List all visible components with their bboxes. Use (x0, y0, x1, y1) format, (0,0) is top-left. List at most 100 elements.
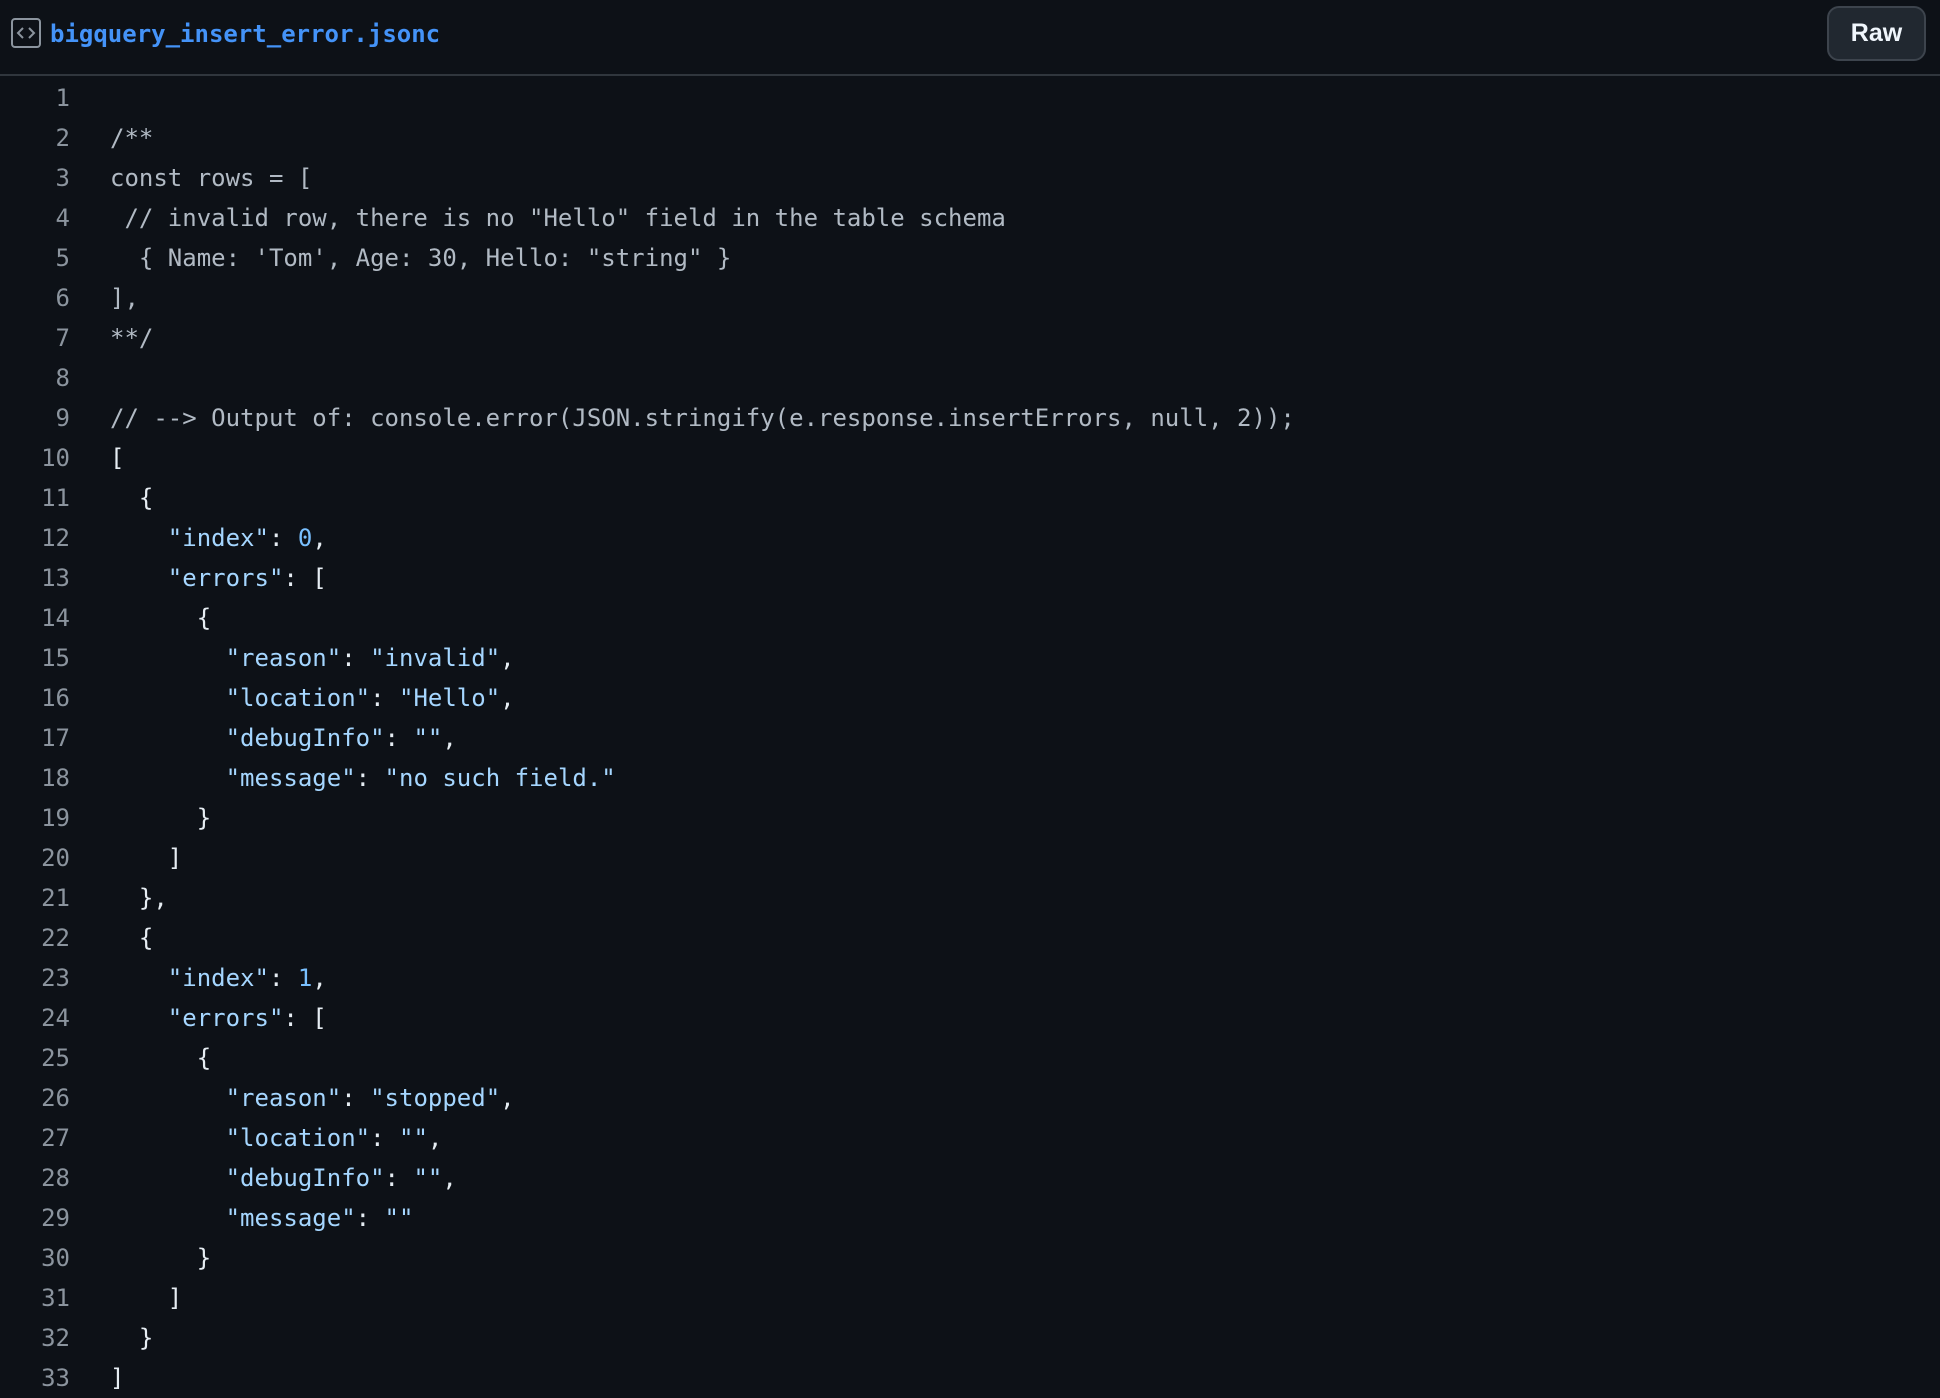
line-number[interactable]: 32 (0, 1324, 70, 1352)
code-token: "" (399, 1124, 428, 1152)
code-token: : (370, 684, 399, 712)
line-number[interactable]: 22 (0, 924, 70, 952)
code-token: 1 (297, 964, 313, 992)
line-content: "reason": "stopped", (110, 1084, 515, 1112)
code-line: 5 { Name: 'Tom', Age: 30, Hello: "string… (0, 238, 1940, 278)
code-token: : (268, 964, 298, 992)
line-content: "debugInfo": "", (110, 724, 457, 752)
code-token: : (355, 764, 385, 792)
code-token: "message" (225, 764, 356, 792)
code-line: 30 } (0, 1238, 1940, 1278)
code-line: 33] (0, 1358, 1940, 1398)
code-line: 32 } (0, 1318, 1940, 1358)
line-number[interactable]: 2 (0, 124, 70, 152)
code-token: }, (110, 884, 168, 912)
code-token: "location" (225, 1124, 371, 1152)
code-line: 21 }, (0, 878, 1940, 918)
code-token: // --> Output of: console.error(JSON.str… (110, 404, 1295, 432)
file-name-link[interactable]: bigquery_insert_error.jsonc (50, 19, 440, 49)
raw-button[interactable]: Raw (1827, 6, 1926, 61)
code-line: 12 "index": 0, (0, 518, 1940, 558)
line-number[interactable]: 23 (0, 964, 70, 992)
code-token: } (110, 804, 212, 832)
code-token: } (110, 1244, 212, 1272)
line-number[interactable]: 13 (0, 564, 70, 592)
code-line: 13 "errors": [ (0, 558, 1940, 598)
code-line: 9 // --> Output of: console.error(JSON.st… (0, 398, 1940, 438)
line-number[interactable]: 16 (0, 684, 70, 712)
code-token: , (442, 1164, 457, 1192)
code-token: , (500, 1084, 515, 1112)
code-token: : (370, 1124, 399, 1152)
line-number[interactable]: 14 (0, 604, 70, 632)
code-token: "no such field." (384, 764, 616, 792)
code-line: 26 "reason": "stopped", (0, 1078, 1940, 1118)
line-number[interactable]: 3 (0, 164, 70, 192)
line-number[interactable]: 1 (0, 84, 70, 112)
code-token: : [ (283, 1004, 327, 1032)
line-number[interactable]: 25 (0, 1044, 70, 1072)
line-number[interactable]: 27 (0, 1124, 70, 1152)
line-number[interactable]: 21 (0, 884, 70, 912)
line-number[interactable]: 29 (0, 1204, 70, 1232)
line-number[interactable]: 6 (0, 284, 70, 312)
line-content: "index": 1, (110, 964, 327, 992)
code-line: 25 { (0, 1038, 1940, 1078)
line-number[interactable]: 20 (0, 844, 70, 872)
line-number[interactable]: 18 (0, 764, 70, 792)
code-line: 28 "debugInfo": "", (0, 1158, 1940, 1198)
line-number[interactable]: 7 (0, 324, 70, 352)
line-content: { (110, 604, 211, 632)
line-content: "errors": [ (110, 564, 327, 592)
line-number[interactable]: 10 (0, 444, 70, 472)
line-number[interactable]: 4 (0, 204, 70, 232)
line-number[interactable]: 12 (0, 524, 70, 552)
code-token: : [ (283, 564, 327, 592)
code-token: , (312, 964, 327, 992)
code-token: const rows = [ (110, 164, 313, 192)
line-content: { (110, 924, 153, 952)
line-content: { (110, 484, 153, 512)
code-token: { (110, 484, 154, 512)
line-number[interactable]: 17 (0, 724, 70, 752)
line-number[interactable]: 24 (0, 1004, 70, 1032)
line-number[interactable]: 28 (0, 1164, 70, 1192)
code-token: { (110, 1044, 212, 1072)
line-number[interactable]: 30 (0, 1244, 70, 1272)
code-token: "errors" (167, 1004, 284, 1032)
line-number[interactable]: 5 (0, 244, 70, 272)
code-token: : (384, 724, 414, 752)
line-number[interactable]: 15 (0, 644, 70, 672)
line-number[interactable]: 19 (0, 804, 70, 832)
line-content: } (110, 1244, 211, 1272)
line-number[interactable]: 31 (0, 1284, 70, 1312)
code-token: "" (384, 1204, 414, 1232)
code-token: "location" (225, 684, 371, 712)
code-token: [ (110, 444, 125, 472)
line-number[interactable]: 8 (0, 364, 70, 392)
line-number[interactable]: 33 (0, 1364, 70, 1392)
code-token: : (341, 1084, 371, 1112)
code-line: 29 "message": "" (0, 1198, 1940, 1238)
code-token: { Name: 'Tom', Age: 30, Hello: "string" … (110, 244, 732, 272)
line-number[interactable]: 11 (0, 484, 70, 512)
code-token: "index" (167, 964, 269, 992)
code-line: 19 } (0, 798, 1940, 838)
code-line: 3 const rows = [ (0, 158, 1940, 198)
line-content: "reason": "invalid", (110, 644, 515, 672)
line-content: "message": "no such field." (110, 764, 616, 792)
line-number[interactable]: 26 (0, 1084, 70, 1112)
line-number[interactable]: 9 (0, 404, 70, 432)
code-token: "reason" (225, 1084, 342, 1112)
code-token: , (500, 644, 515, 672)
code-viewer: 1 2/** 3 const rows = [4 // invalid row, th… (0, 78, 1940, 1398)
code-line: 7 **/ (0, 318, 1940, 358)
